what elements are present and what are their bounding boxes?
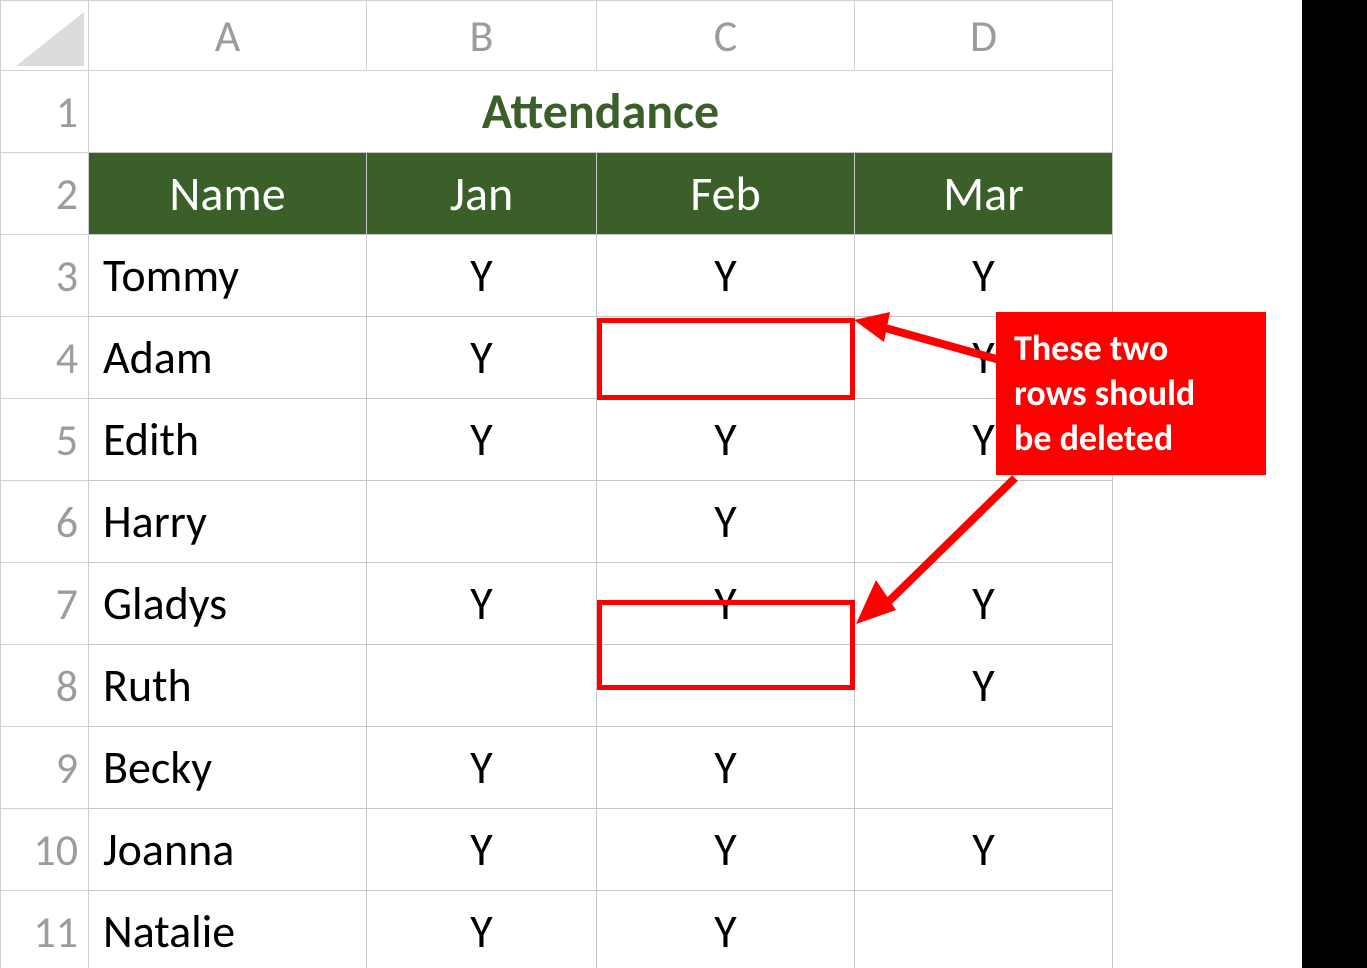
table-row: 5 Edith Y Y Y bbox=[1, 399, 1113, 481]
title-cell[interactable]: Attendance bbox=[89, 71, 1113, 153]
callout-box: These two rows should be deleted bbox=[996, 312, 1266, 475]
cell-d10[interactable]: Y bbox=[855, 809, 1113, 891]
table-row: 9 Becky Y Y bbox=[1, 727, 1113, 809]
table-row: 8 Ruth Y bbox=[1, 645, 1113, 727]
header-jan[interactable]: Jan bbox=[367, 153, 597, 235]
col-header-c[interactable]: C bbox=[597, 1, 855, 71]
cell-b6[interactable] bbox=[367, 481, 597, 563]
cell-d7[interactable]: Y bbox=[855, 563, 1113, 645]
table-row: 6 Harry Y bbox=[1, 481, 1113, 563]
callout-line: be deleted bbox=[1014, 416, 1248, 461]
row-header-6[interactable]: 6 bbox=[1, 481, 89, 563]
cell-a9[interactable]: Becky bbox=[89, 727, 367, 809]
cell-b8[interactable] bbox=[367, 645, 597, 727]
row-header-1[interactable]: 1 bbox=[1, 71, 89, 153]
callout-line: These two bbox=[1014, 326, 1248, 371]
table-row: 10 Joanna Y Y Y bbox=[1, 809, 1113, 891]
cell-c3[interactable]: Y bbox=[597, 235, 855, 317]
col-header-a[interactable]: A bbox=[89, 1, 367, 71]
row-header-3[interactable]: 3 bbox=[1, 235, 89, 317]
col-header-b[interactable]: B bbox=[367, 1, 597, 71]
cell-b5[interactable]: Y bbox=[367, 399, 597, 481]
right-black-margin bbox=[1302, 0, 1367, 968]
row-header-2[interactable]: 2 bbox=[1, 153, 89, 235]
cell-a10[interactable]: Joanna bbox=[89, 809, 367, 891]
cell-a5[interactable]: Edith bbox=[89, 399, 367, 481]
row-header-5[interactable]: 5 bbox=[1, 399, 89, 481]
table-row: 7 Gladys Y Y Y bbox=[1, 563, 1113, 645]
cell-b3[interactable]: Y bbox=[367, 235, 597, 317]
cell-d6[interactable] bbox=[855, 481, 1113, 563]
cell-c8[interactable] bbox=[597, 645, 855, 727]
callout-line: rows should bbox=[1014, 371, 1248, 416]
table-row: 11 Natalie Y Y bbox=[1, 891, 1113, 968]
cell-d11[interactable] bbox=[855, 891, 1113, 968]
cell-b4[interactable]: Y bbox=[367, 317, 597, 399]
row-header-11[interactable]: 11 bbox=[1, 891, 89, 968]
table-row: 3 Tommy Y Y Y bbox=[1, 235, 1113, 317]
header-name[interactable]: Name bbox=[89, 153, 367, 235]
cell-c9[interactable]: Y bbox=[597, 727, 855, 809]
cell-c4[interactable] bbox=[597, 317, 855, 399]
col-header-d[interactable]: D bbox=[855, 1, 1113, 71]
row-header-8[interactable]: 8 bbox=[1, 645, 89, 727]
header-mar[interactable]: Mar bbox=[855, 153, 1113, 235]
cell-c6[interactable]: Y bbox=[597, 481, 855, 563]
spreadsheet-canvas: A B C D 1 Attendance 2 Name Jan Feb Mar … bbox=[0, 0, 1367, 968]
row-header-10[interactable]: 10 bbox=[1, 809, 89, 891]
cell-a6[interactable]: Harry bbox=[89, 481, 367, 563]
row-header-4[interactable]: 4 bbox=[1, 317, 89, 399]
spreadsheet-grid: A B C D 1 Attendance 2 Name Jan Feb Mar … bbox=[0, 0, 1113, 968]
header-feb[interactable]: Feb bbox=[597, 153, 855, 235]
cell-b10[interactable]: Y bbox=[367, 809, 597, 891]
cell-d3[interactable]: Y bbox=[855, 235, 1113, 317]
cell-d8[interactable]: Y bbox=[855, 645, 1113, 727]
row-header-9[interactable]: 9 bbox=[1, 727, 89, 809]
cell-a3[interactable]: Tommy bbox=[89, 235, 367, 317]
row-header-7[interactable]: 7 bbox=[1, 563, 89, 645]
cell-c10[interactable]: Y bbox=[597, 809, 855, 891]
cell-d9[interactable] bbox=[855, 727, 1113, 809]
cell-b11[interactable]: Y bbox=[367, 891, 597, 968]
select-all-corner[interactable] bbox=[1, 1, 89, 71]
cell-a7[interactable]: Gladys bbox=[89, 563, 367, 645]
cell-a8[interactable]: Ruth bbox=[89, 645, 367, 727]
cell-c11[interactable]: Y bbox=[597, 891, 855, 968]
cell-b7[interactable]: Y bbox=[367, 563, 597, 645]
cell-a11[interactable]: Natalie bbox=[89, 891, 367, 968]
cell-c5[interactable]: Y bbox=[597, 399, 855, 481]
cell-a4[interactable]: Adam bbox=[89, 317, 367, 399]
cell-b9[interactable]: Y bbox=[367, 727, 597, 809]
table-row: 4 Adam Y Y bbox=[1, 317, 1113, 399]
cell-c7[interactable]: Y bbox=[597, 563, 855, 645]
